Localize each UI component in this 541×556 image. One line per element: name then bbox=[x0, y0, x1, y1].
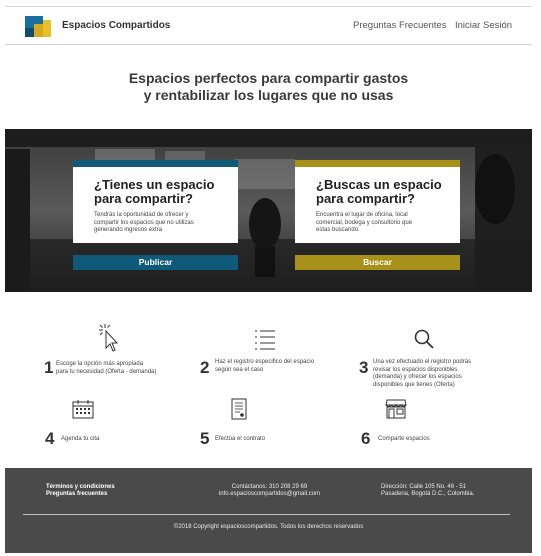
cursor-click-icon bbox=[99, 324, 119, 352]
step-6-line1: Comparte espacios bbox=[378, 436, 430, 442]
site-footer: Términos y condiciones Preguntas frecuen… bbox=[5, 468, 532, 553]
search-card: ¿Buscas un espacio para compartir? Encue… bbox=[295, 160, 460, 243]
nav-faq-link[interactable]: Preguntas Frecuentes bbox=[353, 20, 446, 31]
offer-card-title-line1: ¿Tienes un espacio bbox=[94, 177, 215, 192]
search-card-title: ¿Buscas un espacio para compartir? bbox=[316, 178, 442, 206]
step-1-number: 1 bbox=[44, 358, 54, 377]
page: Espacios Compartidos Preguntas Frecuente… bbox=[5, 6, 532, 553]
store-icon bbox=[385, 399, 407, 419]
step-2-text: Haz el registro especifico del espacio s… bbox=[215, 359, 355, 374]
site-header: Espacios Compartidos Preguntas Frecuente… bbox=[5, 7, 532, 45]
contract-icon bbox=[231, 398, 247, 420]
step-5-line1: Efectúa el contrato bbox=[215, 436, 266, 442]
list-icon bbox=[255, 330, 275, 350]
offer-card-desc-line1: Tendrás la oportunidad de ofrecer y bbox=[94, 212, 189, 218]
step-3-text: Una vez efectuado el registro podrás rev… bbox=[373, 359, 513, 389]
search-card-desc-line2: comercial, bodega y consultorio que bbox=[316, 219, 413, 226]
search-button[interactable]: Buscar bbox=[295, 255, 460, 270]
offer-card-title-line2: para compartir? bbox=[94, 191, 193, 206]
search-icon bbox=[414, 329, 434, 349]
offer-card-title: ¿Tienes un espacio para compartir? bbox=[94, 178, 214, 206]
terms-link[interactable]: Términos y condiciones bbox=[46, 484, 115, 491]
step-4-text: Agenda tu cita bbox=[61, 436, 161, 444]
offer-card: ¿Tienes un espacio para compartir? Tendr… bbox=[73, 160, 238, 243]
publish-button[interactable]: Publicar bbox=[73, 255, 238, 270]
step-3-number: 3 bbox=[359, 358, 369, 377]
step-6-text: Comparte espacios bbox=[378, 436, 478, 444]
step-2-line2: según sea el caso bbox=[215, 366, 264, 373]
calendar-icon bbox=[72, 400, 94, 419]
search-card-accent bbox=[295, 160, 460, 167]
contact-email[interactable]: info.espacioscompartidos@gmail.com bbox=[207, 491, 332, 498]
step-3-line2: revisar los espacios disponibles bbox=[373, 366, 458, 373]
footer-divider bbox=[23, 514, 510, 515]
offer-card-accent bbox=[73, 160, 238, 167]
hero-banner: ¿Tienes un espacio para compartir? Tendr… bbox=[5, 129, 532, 292]
nav-login-link[interactable]: Iniciar Sesión bbox=[455, 20, 512, 31]
step-5-number: 5 bbox=[200, 429, 210, 448]
hero-heading-line1: Espacios perfectos para compartir gastos bbox=[128, 70, 409, 86]
step-6-number: 6 bbox=[361, 429, 371, 448]
step-3-line3: (demanda) y ofrecer los espacios bbox=[373, 374, 462, 380]
step-1-text: Escoge la opción más apropiada para tu n… bbox=[56, 361, 196, 376]
header-divider bbox=[5, 44, 532, 45]
search-card-title-line1: ¿Buscas un espacio bbox=[316, 177, 442, 192]
address-line1: Dirección: Calle 105 No. 46 - 51 bbox=[381, 484, 467, 490]
step-5-text: Efectúa el contrato bbox=[215, 436, 315, 444]
hero-heading-line2: y rentabilizar los lugares que no usas bbox=[143, 87, 394, 103]
step-4-number: 4 bbox=[45, 429, 55, 448]
step-4-line1: Agenda tu cita bbox=[61, 436, 100, 442]
brand-name[interactable]: Espacios Compartidos bbox=[62, 20, 170, 31]
step-3-line4: disponibles que tienes (Oferta) bbox=[373, 381, 455, 388]
search-card-desc-line1: Encuentra el lugar de oficina, local bbox=[316, 212, 408, 218]
offer-card-desc-line3: generando ingresos extra bbox=[94, 227, 163, 233]
search-card-title-line2: para compartir? bbox=[316, 191, 415, 206]
step-1-line1: Escoge la opción más apropiada bbox=[56, 361, 144, 367]
logo-icon[interactable] bbox=[25, 16, 51, 37]
step-2-line1: Haz el registro especifico del espacio bbox=[215, 359, 315, 365]
step-3-line1: Una vez efectuado el registro podrás bbox=[373, 359, 472, 365]
search-card-desc-line3: estas buscando. bbox=[316, 227, 360, 233]
offer-card-desc-line2: compartir los espacios que no utilizas bbox=[94, 219, 194, 226]
address-line2: Pasadena, Bogotá D.C., Colombia. bbox=[381, 491, 475, 497]
copyright-text: ©2018 Copyright espacioscompartidos. Tod… bbox=[173, 524, 364, 530]
hero-heading: Espacios perfectos para compartir gastos… bbox=[5, 70, 532, 104]
offer-card-description: Tendrás la oportunidad de ofrecer y comp… bbox=[94, 212, 214, 235]
step-1-line2: para tu necesidad (Oferta - demanda) bbox=[56, 368, 157, 375]
faq-footer-link[interactable]: Preguntas frecuentes bbox=[46, 491, 107, 498]
contact-phone: Contáctanos: 310 208 29 69 bbox=[231, 484, 308, 490]
search-card-description: Encuentra el lugar de oficina, local com… bbox=[316, 212, 436, 235]
step-2-number: 2 bbox=[200, 358, 210, 377]
